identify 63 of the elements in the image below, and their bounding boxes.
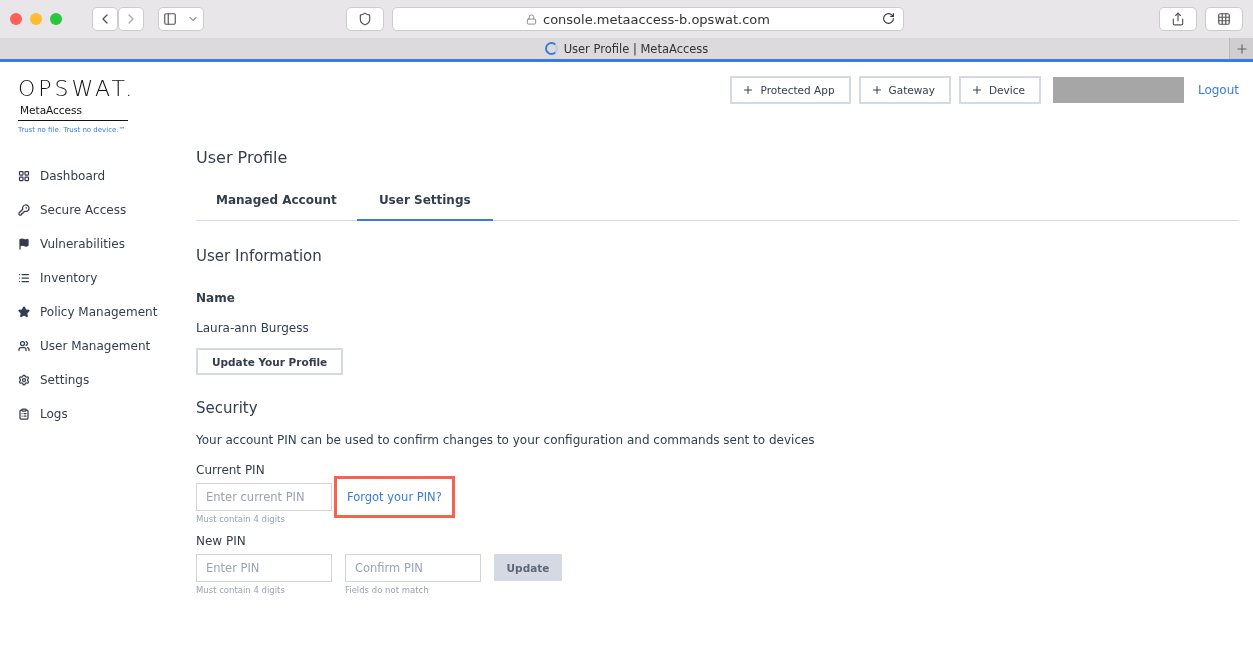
plus-icon (870, 84, 883, 96)
nav-icon (18, 408, 30, 420)
tab[interactable]: User Settings (356, 183, 493, 221)
security-description: Your account PIN can be used to confirm changes to your configuration and commands sent to devices (196, 433, 816, 447)
reload-icon[interactable] (882, 12, 895, 25)
share-button[interactable] (1159, 7, 1197, 31)
product-name: MetaAccess (18, 104, 128, 121)
minimize-dot[interactable] (30, 13, 42, 25)
address-field[interactable]: console.metaaccess-b.opswat.com (392, 7, 904, 31)
tab-title[interactable]: User Profile | MetaAccess (563, 41, 709, 56)
grid-icon (1217, 12, 1231, 26)
field-hint: Must contain 4 digits (196, 585, 286, 595)
sidebar-item[interactable]: Policy Management (18, 302, 196, 322)
lock-icon (526, 13, 537, 25)
field-label: New PIN (196, 534, 247, 548)
logout-link[interactable]: Logout (1197, 83, 1239, 97)
sidebar-item[interactable]: Logs (18, 404, 196, 424)
zoom-dot[interactable] (50, 13, 62, 25)
nav-icon (18, 374, 30, 386)
field-hint: Fields do not match (345, 585, 430, 595)
shield-button[interactable] (346, 7, 384, 31)
sidebar-item[interactable]: Inventory (18, 268, 196, 288)
new-pin-field[interactable]: Enter PIN (196, 554, 332, 582)
sidebar-item[interactable]: Secure Access (18, 200, 196, 220)
sidebar-icon (163, 12, 177, 26)
section-heading: Security (196, 399, 259, 417)
add-button[interactable]: Protected App (730, 76, 851, 104)
nav-icon (18, 306, 30, 318)
shield-icon (358, 12, 372, 26)
name-value: Laura-ann Burgess (196, 321, 310, 335)
page-title: User Profile (196, 148, 289, 167)
sidebar-item[interactable]: Dashboard (18, 166, 196, 186)
plus-icon (1234, 41, 1249, 56)
sidebar-item[interactable]: Settings (18, 370, 196, 390)
share-icon (1171, 12, 1185, 26)
nav-icon (18, 340, 30, 352)
nav-icon (18, 238, 30, 250)
close-dot[interactable] (10, 13, 22, 25)
current-pin-field[interactable]: Enter current PIN (196, 483, 332, 511)
plus-icon (742, 84, 755, 96)
forgot-pin-link[interactable]: Forgot your PIN? (334, 476, 455, 518)
section-heading: User Information (196, 247, 323, 265)
sidebar-item[interactable]: User Management (18, 336, 196, 356)
sidebar-button[interactable] (158, 7, 204, 31)
new-tab-button[interactable] (1229, 38, 1253, 59)
confirm-pin-field[interactable]: Confirm PIN (345, 554, 481, 582)
plus-icon (971, 84, 983, 96)
forward-button[interactable] (118, 7, 144, 31)
update-profile-button[interactable]: Update Your Profile (196, 348, 344, 375)
url-text: console.metaaccess-b.opswat.com (543, 11, 770, 27)
sidebar-item[interactable]: Vulnerabilities (18, 234, 196, 254)
add-button[interactable]: Device (959, 76, 1041, 104)
nav-icon (18, 170, 30, 182)
field-hint: Must contain 4 digits (196, 514, 286, 524)
field-label: Current PIN (196, 463, 266, 477)
tab[interactable]: Managed Account (196, 183, 357, 221)
add-button[interactable]: Gateway (858, 76, 951, 104)
field-label: Name (196, 291, 236, 305)
tabs-button[interactable] (1205, 7, 1243, 31)
nav-icon (18, 204, 30, 216)
back-button[interactable] (92, 7, 118, 31)
brand-logo: OPSWAT. (18, 78, 137, 100)
nav-icon (18, 272, 30, 284)
